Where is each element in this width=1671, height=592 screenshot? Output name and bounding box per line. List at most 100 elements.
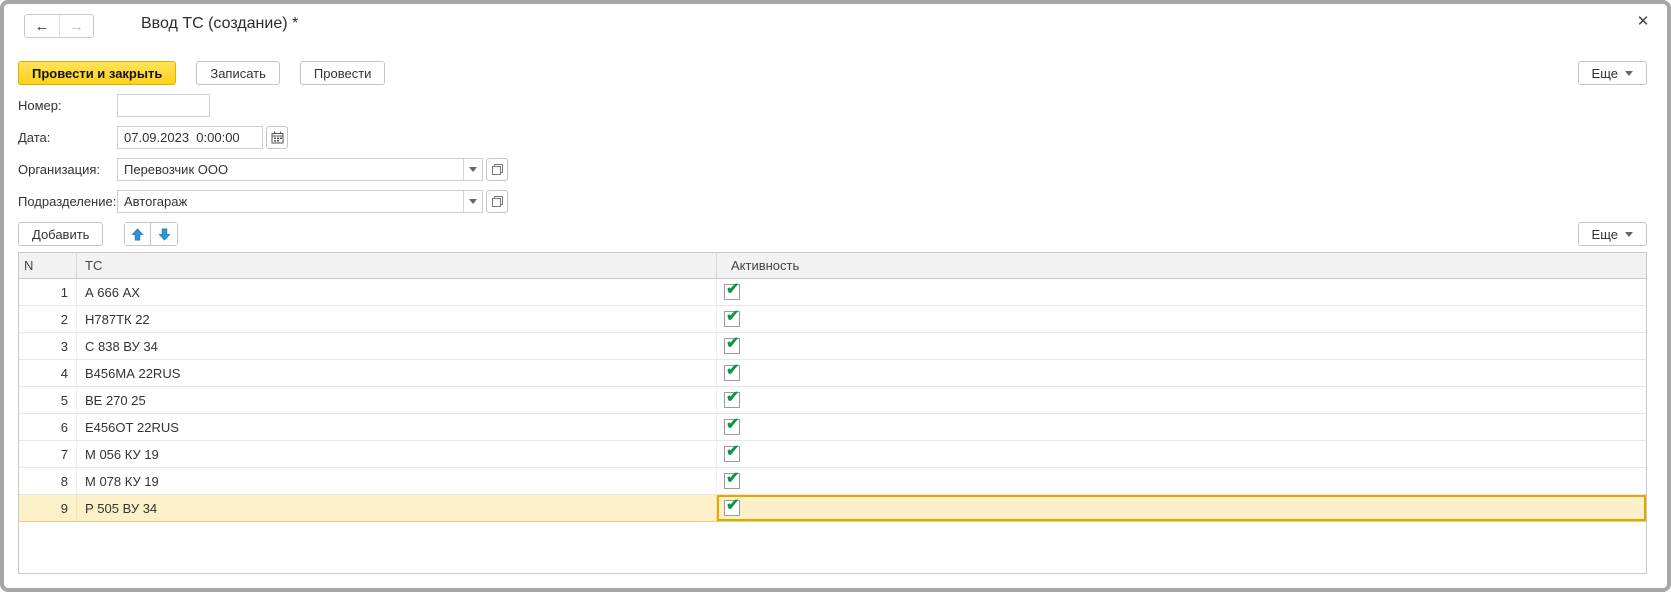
department-dropdown-button[interactable] <box>463 191 482 212</box>
command-bar: Провести и закрыть Записать Провести <box>18 61 385 85</box>
active-checkbox[interactable]: ✔ <box>724 365 740 381</box>
active-checkbox[interactable]: ✔ <box>724 419 740 435</box>
row-number-cell[interactable]: 5 <box>19 387 77 413</box>
chevron-down-icon <box>1625 232 1633 237</box>
activity-cell[interactable]: ✔ <box>717 495 1646 521</box>
vehicle-cell[interactable]: С 838 ВУ 34 <box>77 333 717 359</box>
organization-label: Организация: <box>18 162 117 177</box>
date-input[interactable]: 07.09.2023 0:00:00 <box>117 126 263 149</box>
activity-cell[interactable]: ✔ <box>717 387 1646 413</box>
department-label: Подразделение: <box>18 194 117 209</box>
table-row[interactable]: 5 ВЕ 270 25 ✔ <box>19 387 1646 414</box>
vehicle-cell[interactable]: Р 505 ВУ 34 <box>77 495 717 521</box>
arrow-up-icon <box>131 228 144 241</box>
vehicle-cell[interactable]: В456МА 22RUS <box>77 360 717 386</box>
vehicle-cell[interactable]: М 056 КУ 19 <box>77 441 717 467</box>
column-header-tc: ТС <box>77 253 717 278</box>
check-icon: ✔ <box>726 333 739 353</box>
back-button[interactable]: ← <box>25 15 59 37</box>
table-row[interactable]: 6 Е456ОТ 22RUS ✔ <box>19 414 1646 441</box>
active-checkbox[interactable]: ✔ <box>724 446 740 462</box>
check-icon: ✔ <box>726 306 739 326</box>
forward-arrow-icon: → <box>69 18 84 35</box>
row-number-cell[interactable]: 9 <box>19 495 77 521</box>
activity-cell[interactable]: ✔ <box>717 441 1646 467</box>
table-row[interactable]: 4 В456МА 22RUS ✔ <box>19 360 1646 387</box>
post-and-close-button[interactable]: Провести и закрыть <box>18 61 176 85</box>
activity-cell[interactable]: ✔ <box>717 306 1646 332</box>
more-label: Еще <box>1592 66 1618 81</box>
arrow-down-icon <box>158 228 171 241</box>
vehicle-cell[interactable]: М 078 КУ 19 <box>77 468 717 494</box>
form-window: ← → Ввод ТС (создание) * ✕ Провести и за… <box>0 0 1671 592</box>
open-form-icon <box>492 196 503 207</box>
move-down-button[interactable] <box>151 222 178 246</box>
back-arrow-icon: ← <box>35 18 50 35</box>
active-checkbox[interactable]: ✔ <box>724 338 740 354</box>
forward-button[interactable]: → <box>59 15 93 37</box>
number-label: Номер: <box>18 98 117 113</box>
vehicles-table: N ТС Активность 1 А 666 АХ ✔ 2 Н787ТК 22… <box>18 252 1647 574</box>
chevron-down-icon <box>469 167 477 172</box>
check-icon: ✔ <box>726 468 739 488</box>
date-label: Дата: <box>18 130 117 145</box>
chevron-down-icon <box>469 199 477 204</box>
activity-cell[interactable]: ✔ <box>717 360 1646 386</box>
row-number-cell[interactable]: 8 <box>19 468 77 494</box>
more-button-top[interactable]: Еще <box>1578 61 1647 85</box>
vehicle-cell[interactable]: Е456ОТ 22RUS <box>77 414 717 440</box>
activity-cell[interactable]: ✔ <box>717 333 1646 359</box>
vehicle-cell[interactable]: ВЕ 270 25 <box>77 387 717 413</box>
organization-open-button[interactable] <box>486 158 508 181</box>
table-row[interactable]: 1 А 666 АХ ✔ <box>19 279 1646 306</box>
date-field-row: Дата: 07.09.2023 0:00:00 <box>18 126 288 149</box>
vehicle-cell[interactable]: А 666 АХ <box>77 279 717 305</box>
row-number-cell[interactable]: 2 <box>19 306 77 332</box>
write-button[interactable]: Записать <box>196 61 280 85</box>
organization-input[interactable]: Перевозчик ООО <box>117 158 483 181</box>
table-row[interactable]: 9 Р 505 ВУ 34 ✔ <box>19 495 1646 522</box>
active-checkbox[interactable]: ✔ <box>724 473 740 489</box>
vehicle-cell[interactable]: Н787ТК 22 <box>77 306 717 332</box>
row-number-cell[interactable]: 6 <box>19 414 77 440</box>
number-input[interactable] <box>117 94 210 117</box>
post-button[interactable]: Провести <box>300 61 386 85</box>
active-checkbox[interactable]: ✔ <box>724 284 740 300</box>
active-checkbox[interactable]: ✔ <box>724 392 740 408</box>
table-body: 1 А 666 АХ ✔ 2 Н787ТК 22 ✔ 3 С 838 ВУ 34… <box>19 279 1646 573</box>
table-row[interactable]: 2 Н787ТК 22 ✔ <box>19 306 1646 333</box>
table-row[interactable]: 8 М 078 КУ 19 ✔ <box>19 468 1646 495</box>
activity-cell[interactable]: ✔ <box>717 414 1646 440</box>
row-number-cell[interactable]: 1 <box>19 279 77 305</box>
organization-field-row: Организация: Перевозчик ООО <box>18 158 508 181</box>
date-value: 07.09.2023 0:00:00 <box>118 127 246 148</box>
chevron-down-icon <box>1625 71 1633 76</box>
table-header: N ТС Активность <box>19 253 1646 279</box>
department-open-button[interactable] <box>486 190 508 213</box>
row-number-cell[interactable]: 4 <box>19 360 77 386</box>
active-checkbox[interactable]: ✔ <box>724 311 740 327</box>
move-up-button[interactable] <box>124 222 151 246</box>
department-input[interactable]: Автогараж <box>117 190 483 213</box>
activity-cell[interactable]: ✔ <box>717 468 1646 494</box>
activity-cell[interactable]: ✔ <box>717 279 1646 305</box>
check-icon: ✔ <box>726 279 739 299</box>
open-form-icon <box>492 164 503 175</box>
department-value: Автогараж <box>118 191 463 212</box>
check-icon: ✔ <box>726 387 739 407</box>
more-button-table[interactable]: Еще <box>1578 222 1647 246</box>
check-icon: ✔ <box>726 360 739 380</box>
organization-dropdown-button[interactable] <box>463 159 482 180</box>
row-number-cell[interactable]: 7 <box>19 441 77 467</box>
close-icon[interactable]: ✕ <box>1633 11 1653 31</box>
table-row[interactable]: 7 М 056 КУ 19 ✔ <box>19 441 1646 468</box>
department-field-row: Подразделение: Автогараж <box>18 190 508 213</box>
check-icon: ✔ <box>726 414 739 434</box>
page-title: Ввод ТС (создание) * <box>141 15 298 33</box>
row-number-cell[interactable]: 3 <box>19 333 77 359</box>
table-row[interactable]: 3 С 838 ВУ 34 ✔ <box>19 333 1646 360</box>
calendar-button[interactable] <box>266 126 288 149</box>
history-nav: ← → <box>24 14 94 38</box>
add-row-button[interactable]: Добавить <box>18 222 103 246</box>
active-checkbox[interactable]: ✔ <box>724 500 740 516</box>
